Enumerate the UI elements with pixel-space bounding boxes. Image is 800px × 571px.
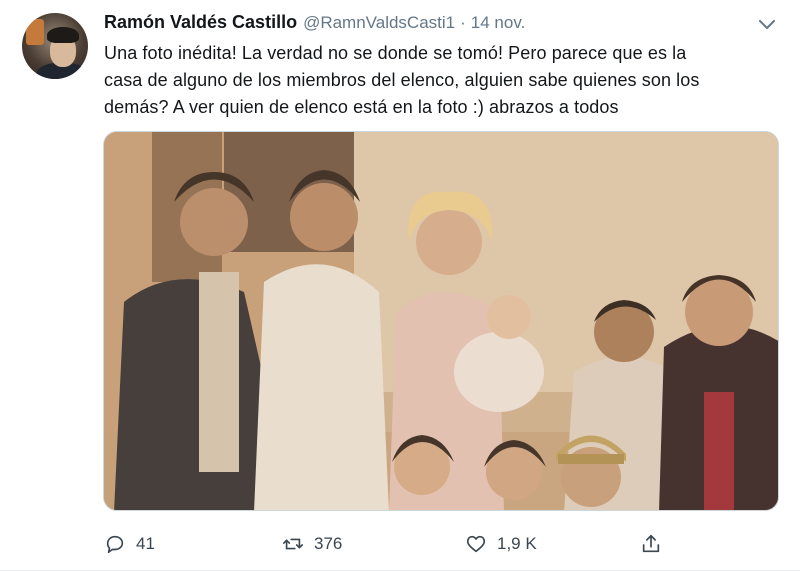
reply-icon <box>106 535 124 554</box>
like-button[interactable]: 1,9 K <box>465 530 537 558</box>
reply-button[interactable]: 41 <box>104 530 155 558</box>
share-icon <box>642 534 660 553</box>
share-button[interactable] <box>640 530 672 558</box>
tweet-date[interactable]: 14 nov. <box>471 13 526 33</box>
chevron-down-icon <box>759 20 775 29</box>
tweet-actions: 41 376 1,9 K <box>100 530 680 558</box>
tweet-card[interactable]: Ramón Valdés Castillo @RamnValdsCasti1 ·… <box>0 0 800 571</box>
retweet-icon <box>283 538 303 550</box>
avatar-background-photo <box>26 19 44 45</box>
tweet-photo[interactable] <box>103 131 779 511</box>
retweet-button[interactable]: 376 <box>282 530 342 558</box>
author-avatar[interactable] <box>22 13 88 79</box>
tweet-text: Una foto inédita! La verdad no se donde … <box>104 40 780 121</box>
author-handle[interactable]: @RamnValdsCasti1 <box>303 13 455 33</box>
group-photo-illustration <box>104 132 778 510</box>
tweet-text-line: Una foto inédita! La verdad no se donde … <box>104 43 687 63</box>
like-count: 1,9 K <box>497 534 537 553</box>
more-options-button[interactable] <box>758 18 776 32</box>
author-name[interactable]: Ramón Valdés Castillo <box>104 12 297 33</box>
reply-count: 41 <box>136 534 155 553</box>
tweet-text-line: demás? A ver quien de elenco está en la … <box>104 97 619 117</box>
retweet-count: 376 <box>314 534 343 553</box>
heart-icon <box>466 535 486 553</box>
header-separator: · <box>460 13 466 32</box>
avatar-hair <box>47 27 79 43</box>
tweet-text-line: casa de alguno de los miembros del elenc… <box>104 70 700 90</box>
tweet-header: Ramón Valdés Castillo @RamnValdsCasti1 ·… <box>104 12 525 38</box>
